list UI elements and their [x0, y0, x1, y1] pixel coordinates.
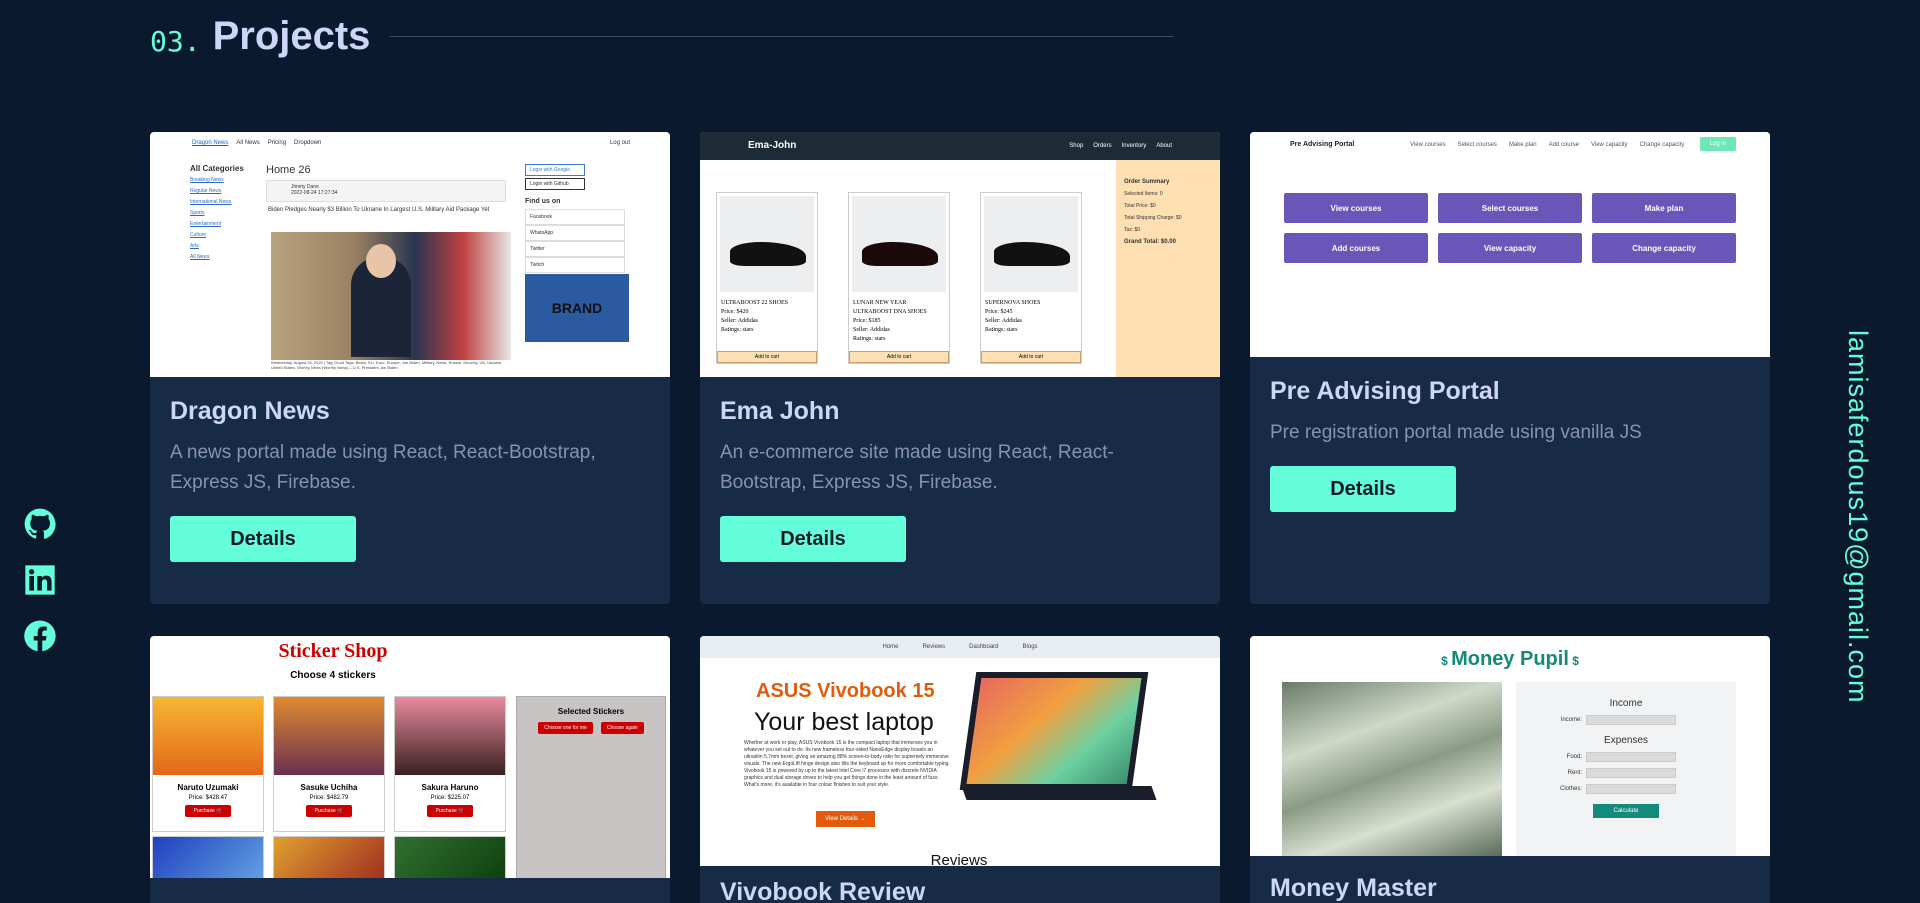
project-title: Money Master [1270, 874, 1437, 902]
preview-product: SUPERNOVA SHOES Price: $245 Seller: Addida… [980, 192, 1082, 364]
preview-find-link: Facebook [525, 209, 625, 225]
preview-article: Home 26 Jimmy Dane 2022-08-24 17:27:34 Bi… [266, 164, 506, 218]
preview-title: Sticker Shop [278, 640, 388, 662]
preview-category: Culture [190, 232, 207, 238]
project-card-dragon-news: Dragon News All News Pricing Dropdown Lo… [150, 132, 670, 604]
preview-add-to-cart: Add to cart [981, 351, 1081, 363]
preview-category: Sports [190, 210, 205, 216]
preview-text: Whether at work or play, ASUS Vivobook 1… [744, 740, 950, 788]
preview-order-summary: Order Summary Selected Items: 0 Total Pr… [1116, 160, 1220, 377]
preview-photo [271, 232, 511, 360]
project-card-ema-john: Ema-John Shop Orders Inventory About ULT… [700, 132, 1220, 604]
project-screenshot: Dragon News All News Pricing Dropdown Lo… [150, 132, 670, 377]
project-title: Pre Advising Portal [1270, 377, 1500, 405]
preview-cta: View Details → [816, 811, 875, 827]
project-description: An e-commerce site made using React, Rea… [720, 442, 1114, 493]
project-card-sticker-shop: Sticker Shop Choose 4 stickers Naruto Uz… [150, 636, 670, 903]
section-heading: 03. Projects [150, 14, 1174, 59]
preview-selected-panel: Selected Stickers Choose one for me Choos… [516, 696, 666, 878]
project-screenshot: Ema-John Shop Orders Inventory About ULT… [700, 132, 1220, 377]
preview-category: International News [190, 199, 232, 205]
project-screenshot: Home Reviews Dashboard Blogs ASUS Vivobo… [700, 636, 1220, 866]
preview-nav-item: Inventory [1121, 143, 1147, 149]
preview-heading: Home 26 [266, 164, 311, 176]
linkedin-icon[interactable] [24, 564, 56, 596]
preview-login-github: Login with Github [525, 178, 585, 190]
preview-category: Regular News [190, 188, 222, 194]
preview-category: Arts [190, 243, 199, 249]
preview-product: ULTRABOOST 22 SHOES Price: $420 Seller: Ad… [716, 192, 818, 364]
section-number: 03. [150, 25, 201, 58]
preview-reviews-heading: Reviews [930, 852, 988, 866]
preview-product: LUNAR NEW YEAR ULTRABOOST DNA SHOES Price… [848, 192, 950, 364]
project-card-pre-advising-portal: Pre Advising Portal View courses Select … [1250, 132, 1770, 604]
preview-categories: All Categories Breaking News Regular New… [190, 164, 250, 265]
project-screenshot: Pre Advising Portal View courses Select … [1250, 132, 1770, 357]
preview-nav: Home Reviews Dashboard Blogs [700, 636, 1220, 658]
preview-nav: Dragon News All News Pricing Dropdown Lo… [192, 140, 630, 146]
preview-sidebar: Login with Google Login with Github Find… [525, 164, 625, 273]
section-title: Projects [212, 14, 371, 58]
project-title: Ema John [720, 397, 840, 425]
preview-nav: Pre Advising Portal View courses Select … [1250, 132, 1770, 160]
preview-logo: Pre Advising Portal [1290, 141, 1355, 148]
preview-category: All News [190, 254, 210, 260]
preview-sticker: Naruto Uzumaki Price: $428.47 Purchase 🛒 [152, 696, 264, 832]
preview-add-to-cart: Add to cart [849, 351, 949, 363]
preview-find-us: Find us on [525, 198, 561, 205]
preview-sticker: Sasuke Uchiha Price: $482.79 Purchase 🛒 [273, 696, 385, 832]
project-description: Pre registration portal made using vanil… [1270, 422, 1642, 443]
preview-headline: Biden Pledges Nearly $3 Billion To Ukrai… [268, 207, 490, 213]
preview-nav-item: Dropdown [294, 140, 322, 146]
preview-subtitle: Choose 4 stickers [290, 670, 376, 681]
heading-divider [390, 36, 1174, 37]
project-card-money-master: $ Money Pupil $ Income Income: Expenses … [1250, 636, 1770, 903]
project-screenshot: $ Money Pupil $ Income Income: Expenses … [1250, 636, 1770, 856]
preview-product-name: ASUS Vivobook 15 [756, 680, 935, 702]
project-card-vivobook-review: Home Reviews Dashboard Blogs ASUS Vivobo… [700, 636, 1220, 903]
preview-laptop [959, 672, 1149, 790]
preview-category: Breaking News [190, 177, 224, 183]
preview-login: Log in [1699, 137, 1736, 151]
preview-logout: Log out [609, 140, 630, 146]
preview-brand-image: BRAND [525, 274, 629, 342]
preview-find-link: Twitch [525, 257, 625, 273]
facebook-icon[interactable] [24, 620, 56, 652]
github-icon[interactable] [24, 508, 56, 540]
email-link[interactable]: lamisaferdous19@gmail.com [1842, 330, 1873, 704]
preview-add-to-cart: Add to cart [717, 351, 817, 363]
preview-calculator: Income Income: Expenses Food: Rent: Clot… [1516, 682, 1736, 856]
preview-find-link: WhatsApp [525, 225, 625, 241]
project-title: Vivobook Review [720, 878, 926, 903]
preview-nav-item: Shop [1069, 143, 1084, 149]
preview-category: Entertainment [190, 221, 222, 227]
preview-author: Jimmy Dane 2022-08-24 17:27:34 [266, 180, 506, 202]
preview-logo: Ema-John [748, 140, 797, 151]
preview-nav-item: All News [236, 140, 260, 146]
details-button[interactable]: Details [720, 516, 906, 562]
preview-money-image [1282, 682, 1502, 856]
project-title: Dragon News [170, 397, 330, 425]
preview-button-grid: View courses Select courses Make plan Ad… [1284, 193, 1736, 263]
preview-nav: Ema-John Shop Orders Inventory About [700, 132, 1220, 160]
details-button[interactable]: Details [170, 516, 356, 562]
preview-nav-item: Dragon News [192, 140, 229, 146]
project-screenshot: Sticker Shop Choose 4 stickers Naruto Uz… [150, 636, 670, 878]
details-button[interactable]: Details [1270, 466, 1456, 512]
preview-sticker: Sakura Haruno Price: $225.07 Purchase 🛒 [394, 696, 506, 832]
preview-login-google: Login with Google [525, 164, 585, 176]
preview-tagline: Your best laptop [754, 708, 934, 736]
preview-caption: Wednesday, August 24, 2022 | Tag Cloud T… [271, 360, 503, 370]
preview-categories-title: All Categories [190, 164, 244, 173]
social-links [24, 508, 56, 652]
preview-find-link: Twitter [525, 241, 625, 257]
preview-nav-item: About [1156, 143, 1172, 149]
preview-nav-item: Pricing [267, 140, 287, 146]
project-description: A news portal made using React, React-Bo… [170, 442, 596, 493]
preview-title: $ Money Pupil $ [1441, 648, 1579, 670]
preview-nav-item: Orders [1093, 143, 1112, 149]
